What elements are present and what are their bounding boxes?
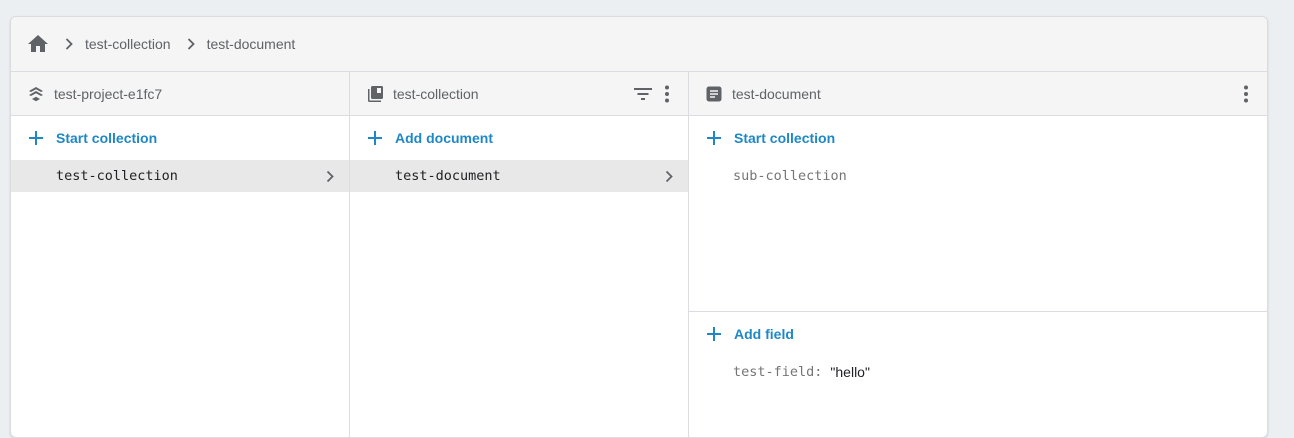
add-field-label: Add field <box>734 326 794 342</box>
chevron-right-icon <box>59 34 79 54</box>
panels-container: test-project-e1fc7 Start collection test… <box>11 72 1267 437</box>
document-item-label: test-document <box>395 168 501 184</box>
firestore-data-card: test-collection test-document test-proje… <box>10 16 1268 438</box>
field-row[interactable]: test-field: "hello" <box>689 356 1267 388</box>
field-colon: : <box>814 364 823 380</box>
plus-icon <box>27 129 45 147</box>
more-vert-icon[interactable] <box>656 83 678 105</box>
add-document-button[interactable]: Add document <box>350 116 688 160</box>
more-vert-icon[interactable] <box>1235 83 1257 105</box>
document-panel-header: test-document <box>689 72 1267 116</box>
plus-icon <box>366 129 384 147</box>
start-collection-label: Start collection <box>56 130 158 146</box>
project-panel: test-project-e1fc7 Start collection test… <box>11 72 350 437</box>
collection-icon <box>366 85 384 103</box>
firebase-project-icon <box>27 85 45 103</box>
collection-item-label: test-collection <box>56 168 178 184</box>
field-key: test-field <box>733 364 815 380</box>
breadcrumb-item-collection[interactable]: test-collection <box>85 36 171 52</box>
document-list-item[interactable]: test-document <box>350 160 688 192</box>
collection-panel-title: test-collection <box>393 85 479 102</box>
breadcrumb-item-document[interactable]: test-document <box>207 36 296 52</box>
subcollection-list-item[interactable]: sub-collection <box>689 160 1267 192</box>
start-subcollection-button[interactable]: Start collection <box>689 116 1267 160</box>
collection-panel: test-collection Add document test-docume… <box>350 72 689 437</box>
document-panel: test-document Start collection sub-colle… <box>689 72 1267 437</box>
field-value: "hello" <box>830 364 870 380</box>
document-icon <box>705 85 723 103</box>
add-field-button[interactable]: Add field <box>689 312 1267 356</box>
plus-icon <box>705 129 723 147</box>
home-icon[interactable] <box>27 33 49 55</box>
fields-section: Add field test-field: "hello" <box>689 312 1267 388</box>
breadcrumb: test-collection test-document <box>11 17 1267 72</box>
project-panel-title: test-project-e1fc7 <box>54 85 163 102</box>
add-document-label: Add document <box>395 130 493 146</box>
document-panel-title: test-document <box>732 85 821 102</box>
chevron-right-icon <box>323 169 337 183</box>
project-panel-header: test-project-e1fc7 <box>11 72 349 116</box>
collection-list-item[interactable]: test-collection <box>11 160 349 192</box>
plus-icon <box>705 325 723 343</box>
start-collection-button[interactable]: Start collection <box>11 116 349 160</box>
chevron-right-icon <box>181 34 201 54</box>
collection-panel-header: test-collection <box>350 72 688 116</box>
start-subcollection-label: Start collection <box>734 130 836 146</box>
chevron-right-icon <box>662 169 676 183</box>
filter-icon[interactable] <box>632 83 654 105</box>
